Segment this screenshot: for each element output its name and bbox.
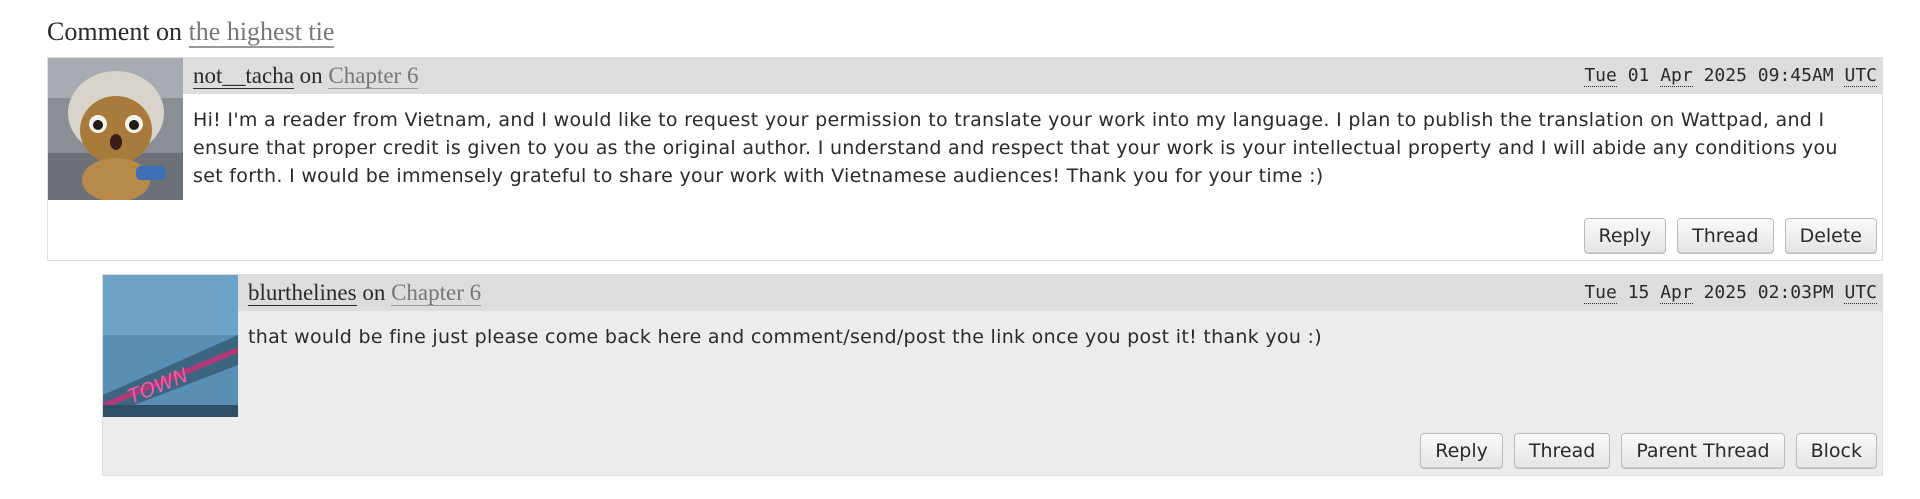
comment-text: Hi! I'm a reader from Vietnam, and I wou… [193, 109, 1838, 187]
comment: TOWN blurthelines on Chapter 6 Tue 15 Ap… [102, 274, 1883, 476]
timezone: UTC [1844, 282, 1877, 304]
month: Apr [1660, 65, 1693, 87]
neon-sign-avatar-icon: TOWN [103, 275, 238, 417]
reply-button[interactable]: Reply [1583, 218, 1667, 254]
heading-prefix: Comment on [47, 17, 183, 46]
plush-toy-avatar-icon [48, 58, 183, 200]
delete-button[interactable]: Delete [1784, 218, 1877, 254]
comment-page: Comment on the highest tie not__tacha on… [0, 0, 1920, 499]
parent-thread-button[interactable]: Parent Thread [1621, 433, 1785, 469]
avatar[interactable] [48, 58, 183, 200]
comment-text: that would be fine just please come back… [248, 326, 1322, 348]
thread-button[interactable]: Thread [1677, 218, 1774, 254]
year: 2025 [1703, 282, 1747, 303]
chapter-link[interactable]: Chapter 6 [328, 63, 419, 89]
weekday: Tue [1584, 282, 1617, 304]
day: 01 [1627, 65, 1650, 86]
chapter-link[interactable]: Chapter 6 [391, 280, 482, 306]
month: Apr [1660, 282, 1693, 304]
comment-actions: Reply Thread Parent Thread Block [1420, 433, 1877, 469]
username-link[interactable]: not__tacha [193, 63, 294, 89]
avatar[interactable]: TOWN [103, 275, 238, 417]
comment-actions: Reply Thread Delete [1583, 218, 1877, 254]
page-heading: Comment on the highest tie [47, 14, 335, 50]
reply-button[interactable]: Reply [1420, 433, 1503, 469]
block-button[interactable]: Block [1795, 433, 1877, 469]
comment-timestamp: Tue 01 Apr 2025 09:45AM UTC [1584, 58, 1877, 94]
username-link[interactable]: blurthelines [248, 280, 357, 306]
day: 15 [1627, 282, 1650, 303]
comment-timestamp: Tue 15 Apr 2025 02:03PM UTC [1584, 275, 1877, 311]
timezone: UTC [1844, 65, 1877, 87]
comment-byline: not__tacha on Chapter 6 [193, 58, 419, 94]
time: 02:03PM [1757, 282, 1834, 303]
time: 09:45AM [1757, 65, 1834, 86]
on-label: on [362, 280, 386, 305]
on-label: on [299, 63, 323, 88]
year: 2025 [1703, 65, 1747, 86]
work-title-link[interactable]: the highest tie [188, 17, 335, 48]
comment-byline: blurthelines on Chapter 6 [248, 275, 482, 311]
thread-button[interactable]: Thread [1513, 433, 1611, 469]
comment: not__tacha on Chapter 6 Tue 01 Apr 2025 … [47, 57, 1883, 261]
weekday: Tue [1584, 65, 1617, 87]
